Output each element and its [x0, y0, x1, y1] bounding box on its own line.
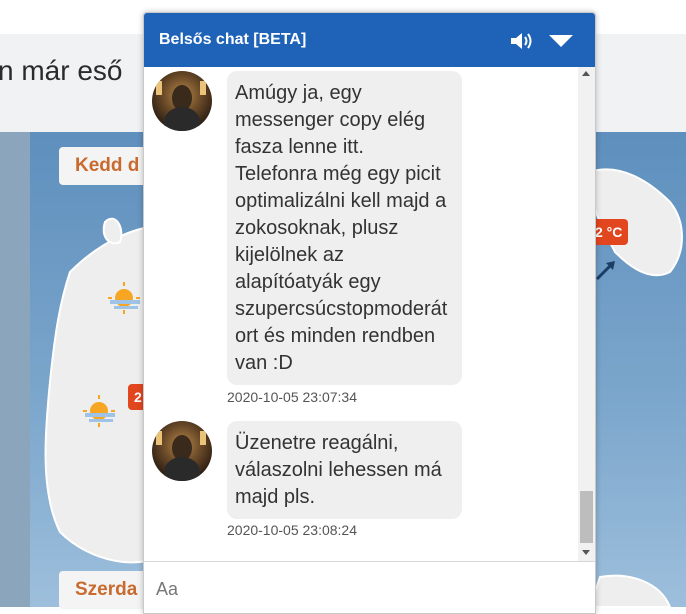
chevron-down-icon[interactable] [548, 33, 574, 49]
message-input[interactable] [154, 572, 578, 606]
speaker-icon[interactable] [509, 31, 535, 51]
day-label-tuesday: Kedd d [59, 147, 156, 185]
chat-header[interactable]: Belsős chat [BETA] [144, 13, 595, 67]
sun-cloud-icon [79, 393, 119, 434]
scroll-down-arrow-icon[interactable] [582, 550, 590, 555]
scrollbar-thumb[interactable] [580, 491, 593, 543]
page-headline: n már eső [0, 55, 123, 86]
message-composer [144, 561, 595, 613]
message-bubble: Üzenetre reagálni, válaszolni lehessen m… [227, 421, 462, 519]
wind-arrow-icon [594, 258, 618, 287]
avatar [152, 421, 212, 481]
chat-window[interactable]: Belsős chat [BETA] Amúgy ja, egy messeng… [143, 12, 596, 614]
avatar [152, 71, 212, 131]
message-scrollbar[interactable] [578, 67, 595, 561]
message-list[interactable]: Amúgy ja, egy messenger copy elég fasza … [144, 67, 578, 561]
sun-cloud-icon [104, 280, 144, 321]
map-left-strip [0, 132, 30, 607]
day-label-wednesday: Szerda [59, 571, 154, 609]
scroll-up-arrow-icon[interactable] [582, 71, 590, 76]
message-timestamp: 2020-10-05 23:07:34 [227, 389, 357, 405]
chat-title: Belsős chat [BETA] [159, 31, 307, 48]
message-bubble: Amúgy ja, egy messenger copy elég fasza … [227, 71, 462, 385]
message-timestamp: 2020-10-05 23:08:24 [227, 522, 357, 538]
